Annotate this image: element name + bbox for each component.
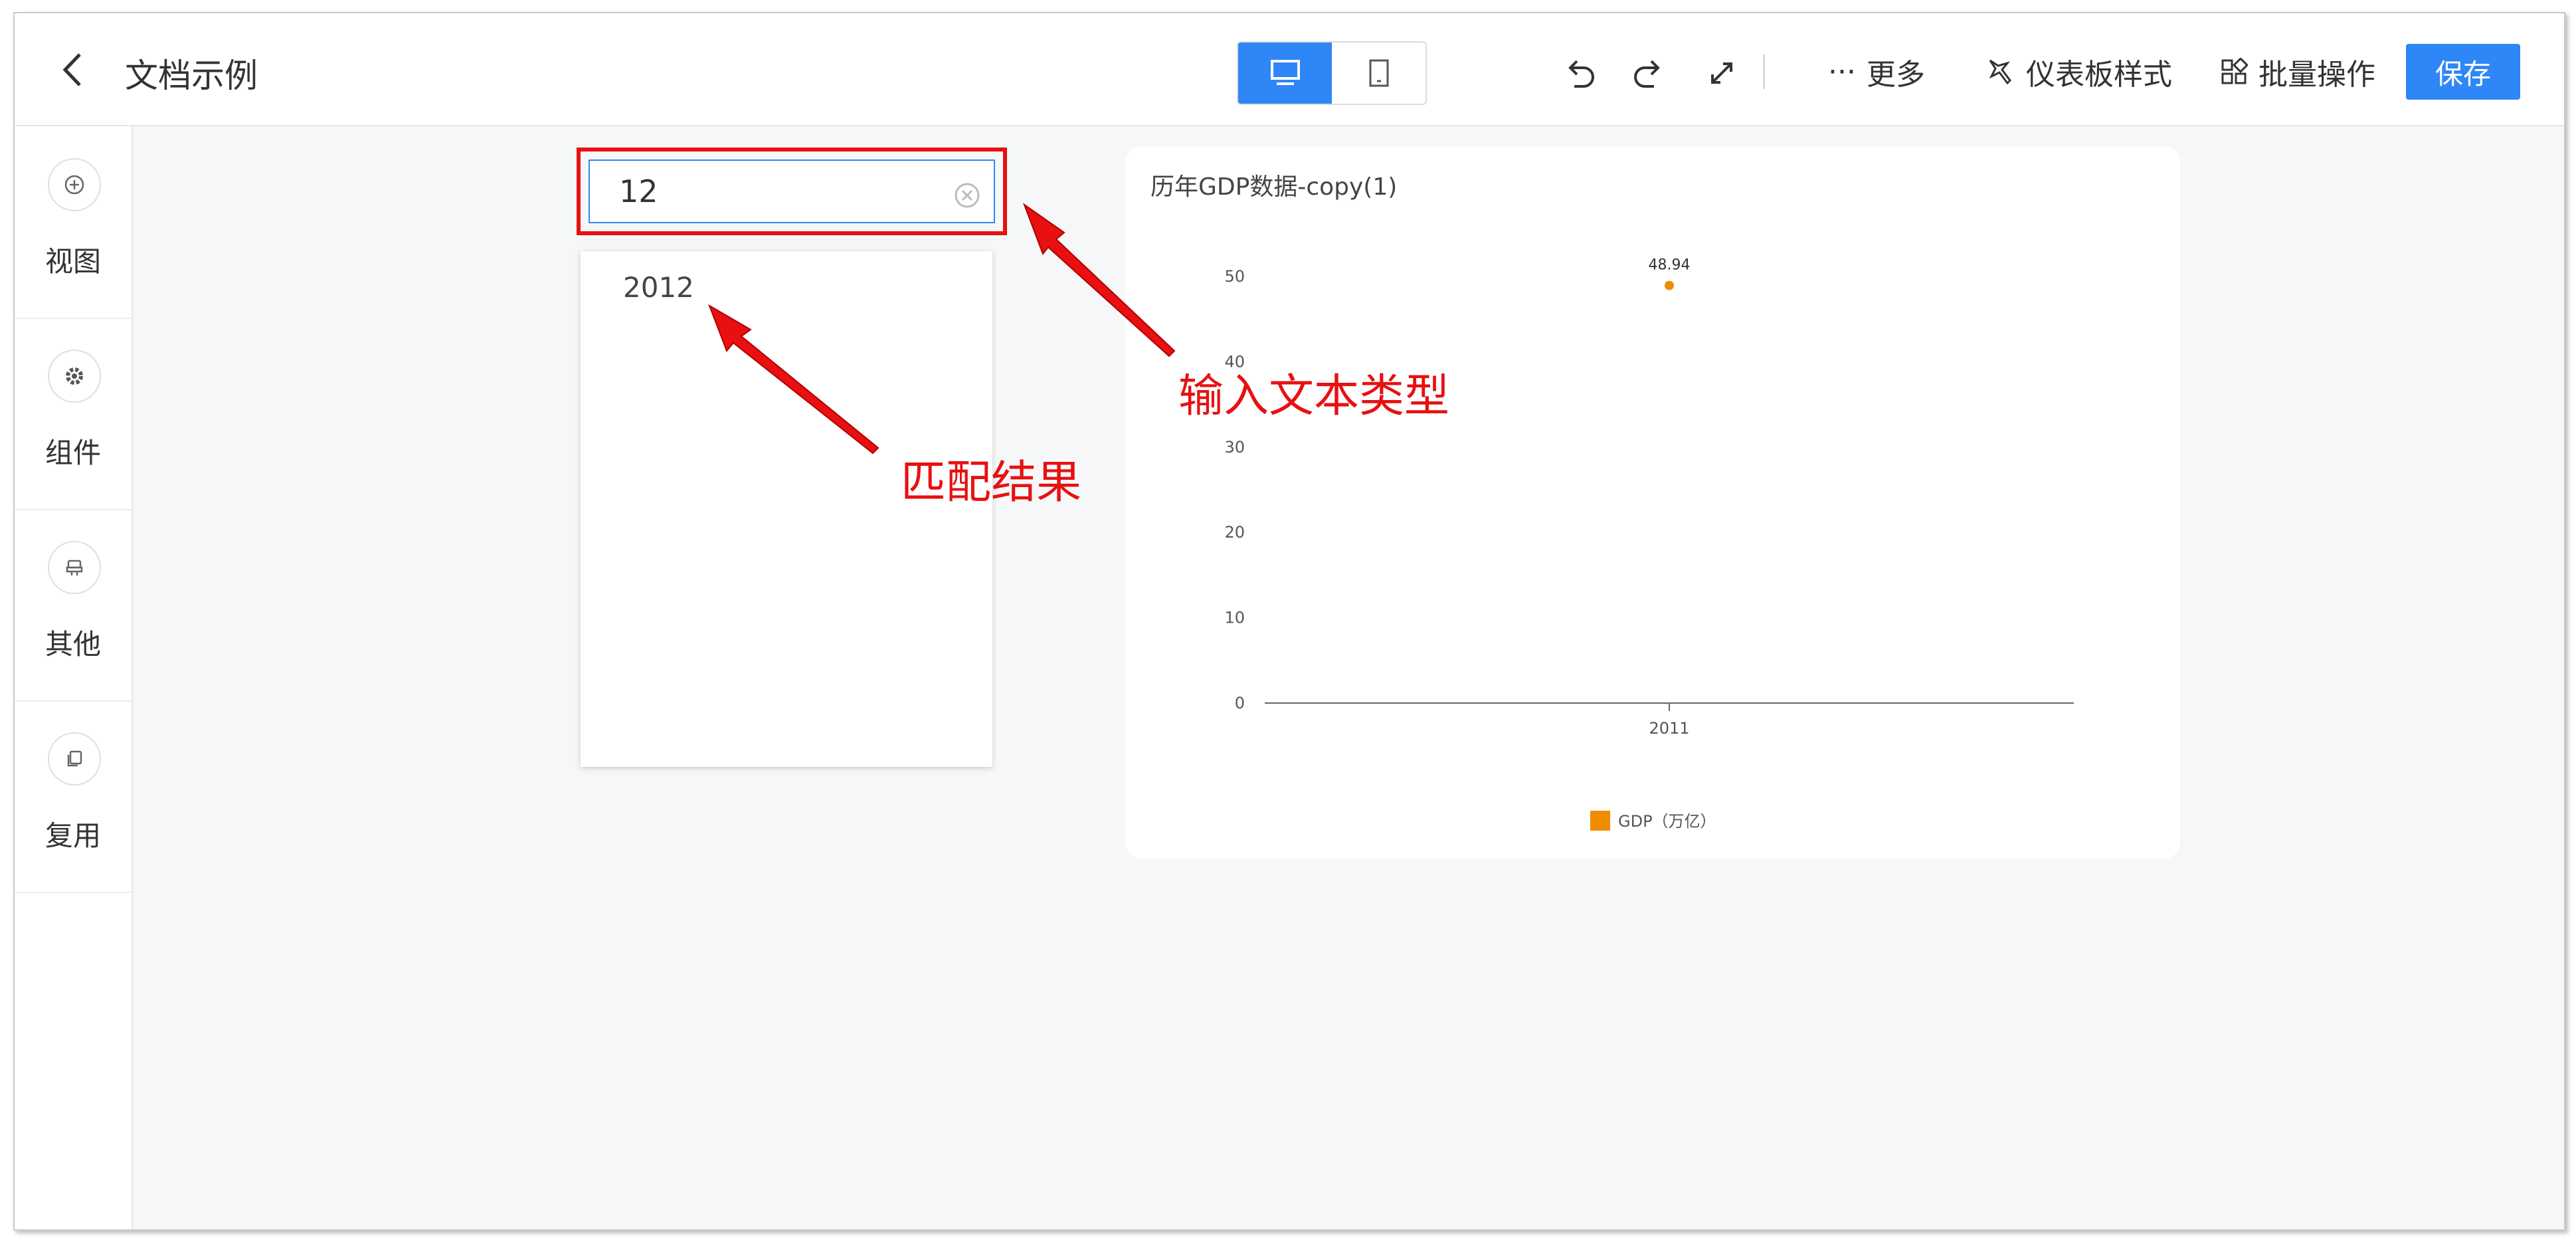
more-label: 更多 [1866, 58, 1925, 92]
top-toolbar: 文档示例 ··· 更多 仪表板样式 批量操作 保存 [15, 13, 2564, 126]
fullscreen-icon[interactable] [1702, 53, 1742, 93]
batch-operation-label: 批量操作 [2258, 58, 2375, 92]
phone-icon [1369, 59, 1388, 87]
y-tick-label: 10 [1224, 609, 1245, 627]
gear-icon [66, 367, 83, 385]
more-menu-button[interactable]: ··· 更多 [1828, 51, 1925, 93]
data-point [1665, 280, 1674, 290]
sidebar-item-components[interactable]: 组件 [15, 318, 132, 510]
app-window: 文档示例 ··· 更多 仪表板样式 批量操作 保存 视图 组件 其他 复用 12… [13, 12, 2565, 1231]
back-arrow-icon[interactable] [53, 47, 93, 93]
redo-icon[interactable] [1629, 53, 1669, 93]
legend-label: GDP（万亿） [1618, 812, 1716, 831]
copy-icon [67, 750, 82, 767]
sidebar-item-label: 复用 [45, 819, 101, 852]
dashboard-style-button[interactable]: 仪表板样式 [1985, 51, 2172, 93]
monitor-icon [1270, 60, 1300, 85]
annotation-match-note: 匹配结果 [901, 457, 1082, 509]
sidebar-item-label: 组件 [45, 437, 101, 469]
clear-icon[interactable] [951, 179, 983, 211]
dashboard-style-label: 仪表板样式 [2026, 58, 2172, 92]
line-chart: 01020304050201148.94GDP（万亿） [1224, 257, 2074, 831]
toolbar-divider [1763, 54, 1765, 89]
legend-swatch [1590, 811, 1610, 831]
y-tick-label: 50 [1224, 267, 1245, 286]
device-view-switch [1237, 41, 1427, 105]
y-tick-label: 20 [1224, 523, 1245, 542]
left-sidebar: 视图 组件 其他 复用 [15, 126, 133, 1229]
y-tick-label: 30 [1224, 438, 1245, 457]
mobile-view-button[interactable] [1332, 43, 1426, 104]
undo-icon[interactable] [1560, 53, 1600, 93]
ellipsis-icon: ··· [1828, 54, 1856, 89]
sidebar-item-other[interactable]: 其他 [15, 509, 132, 702]
y-tick-label: 0 [1235, 694, 1245, 712]
sidebar-item-reuse[interactable]: 复用 [15, 700, 132, 893]
batch-operation-button[interactable]: 批量操作 [2220, 51, 2375, 93]
search-result-item[interactable]: 2012 [581, 251, 992, 324]
search-highlight-box [577, 148, 1007, 235]
page-title: 文档示例 [125, 56, 258, 95]
grid-icon [2221, 58, 2248, 84]
save-button[interactable]: 保存 [2406, 44, 2520, 100]
x-tick-label: 2011 [1649, 719, 1689, 738]
search-input[interactable] [589, 159, 995, 223]
sidebar-item-label: 视图 [45, 245, 101, 278]
magic-wand-icon [1989, 59, 2011, 85]
data-label: 48.94 [1649, 257, 1691, 274]
desktop-view-button[interactable] [1238, 43, 1332, 104]
chart-card: 历年GDP数据-copy(1) 0 10 20 30 40 50 2011 48.94 GDP（… [1125, 146, 2180, 859]
sidebar-item-label: 其他 [45, 628, 101, 661]
plus-circle-icon [64, 175, 84, 195]
sidebar-item-view[interactable]: 视图 [15, 126, 132, 319]
stamp-icon [66, 560, 83, 575]
annotation-input-note: 输入文本类型 [1178, 370, 1450, 423]
